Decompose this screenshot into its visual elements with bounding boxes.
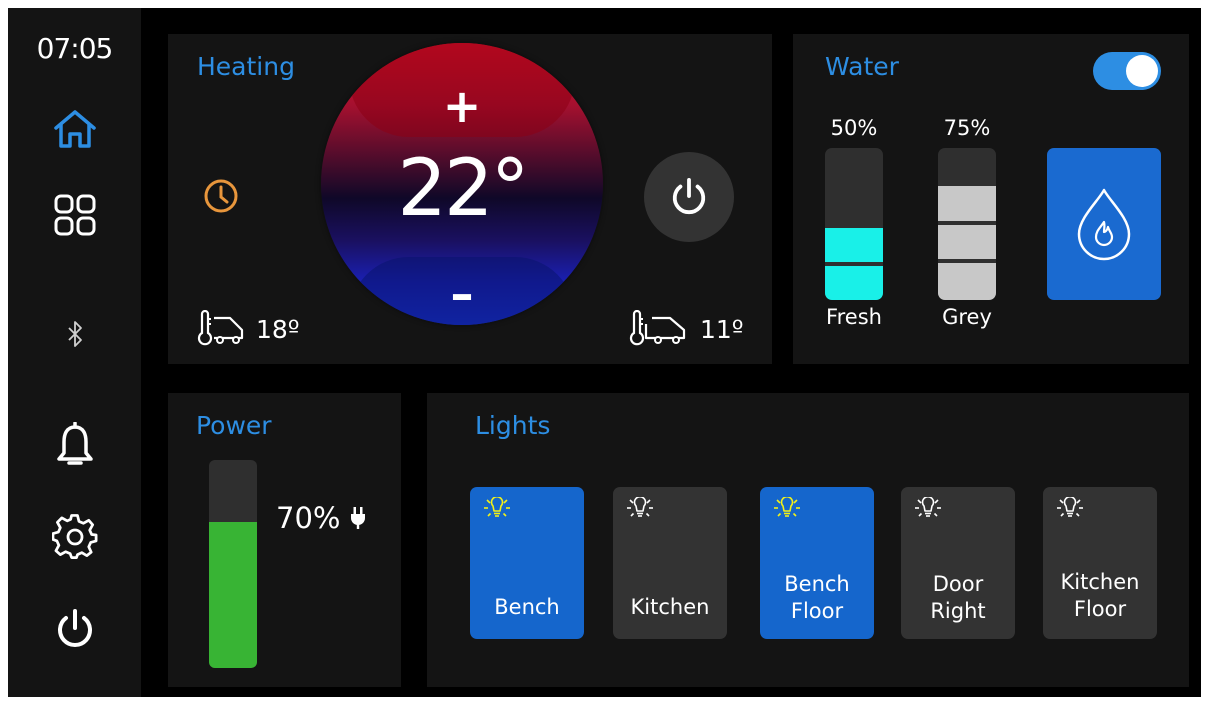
lightbulb-icon — [774, 497, 800, 517]
nav-bluetooth-button[interactable] — [44, 309, 106, 359]
lightbulb-icon — [1057, 497, 1083, 517]
bell-icon — [57, 422, 93, 465]
lightbulb-icon — [484, 497, 510, 517]
tank-separator — [938, 259, 996, 263]
clock-icon[interactable] — [202, 177, 240, 215]
outside-temperature: 11º — [628, 310, 744, 348]
sidebar: 07:05 — [8, 8, 141, 697]
nav-notifications-button[interactable] — [44, 420, 106, 470]
grey-tank-label: Grey — [942, 305, 992, 329]
light-label: Kitchen Floor — [1060, 570, 1140, 621]
light-label: Kitchen — [630, 595, 710, 619]
increase-temp-button[interactable]: + — [321, 83, 603, 129]
light-kitchen-floor-button[interactable]: Kitchen Floor — [1043, 487, 1157, 639]
light-label: Bench Floor — [784, 572, 850, 623]
van-thermometer-icon — [197, 310, 244, 346]
grey-tank-fill — [938, 186, 996, 300]
grey-tank-percent: 75% — [943, 116, 991, 140]
lights-title: Lights — [475, 411, 551, 440]
power-icon — [672, 178, 706, 215]
clock: 07:05 — [36, 32, 114, 65]
water-heater-button[interactable] — [1047, 148, 1161, 300]
toggle-knob — [1126, 55, 1158, 87]
tank-separator — [938, 221, 996, 225]
nav-apps-button[interactable] — [44, 190, 106, 240]
water-toggle[interactable] — [1093, 52, 1161, 90]
light-bench-button[interactable]: Bench — [470, 487, 584, 639]
tank-separator — [825, 262, 883, 266]
home-icon — [54, 110, 96, 148]
nav-home-button[interactable] — [44, 104, 106, 154]
screen: 07:05 Heating + 22° – 18º 11º Water 50% … — [8, 8, 1201, 697]
tank-separator — [825, 224, 883, 228]
light-label: Door Right — [930, 572, 986, 623]
battery-percent: 70% — [276, 501, 341, 535]
water-flame-icon — [1077, 188, 1131, 261]
lightbulb-icon — [915, 497, 941, 517]
battery-readout: 70% — [276, 501, 366, 535]
water-panel: Water 50% Fresh 75% Grey — [793, 34, 1189, 364]
grey-tank-gauge — [938, 148, 996, 300]
power-title: Power — [196, 411, 272, 440]
temperature-setpoint: 22° — [397, 144, 529, 234]
lights-panel: Lights Bench Kitchen Bench Floor Door Ri… — [427, 393, 1189, 687]
battery-gauge — [209, 460, 257, 668]
fresh-tank-label: Fresh — [826, 305, 882, 329]
van-thermometer-icon — [629, 310, 686, 346]
plug-icon — [351, 507, 366, 529]
fresh-tank-gauge — [825, 148, 883, 300]
water-title: Water — [825, 52, 899, 81]
power-icon — [58, 609, 92, 647]
light-bench-floor-button[interactable]: Bench Floor — [760, 487, 874, 639]
heating-title: Heating — [197, 52, 295, 81]
heating-power-button[interactable] — [644, 152, 734, 242]
decrease-temp-button[interactable]: – — [321, 271, 603, 317]
light-door-right-button[interactable]: Door Right — [901, 487, 1015, 639]
nav-power-button[interactable] — [44, 604, 106, 654]
temperature-dial[interactable]: + 22° – — [321, 43, 603, 325]
light-label: Bench — [494, 595, 560, 619]
gear-icon — [52, 514, 98, 559]
heating-panel: Heating + 22° – 18º 11º — [168, 34, 772, 364]
inside-temperature: 18º — [196, 310, 300, 348]
nav-settings-button[interactable] — [44, 512, 106, 562]
fresh-tank-percent: 50% — [830, 116, 878, 140]
grid-icon — [54, 194, 96, 236]
lightbulb-icon — [627, 497, 653, 517]
inside-temperature-value: 18º — [256, 314, 300, 344]
power-panel: Power 70% — [168, 393, 401, 687]
light-kitchen-button[interactable]: Kitchen — [613, 487, 727, 639]
outside-temperature-value: 11º — [700, 314, 744, 344]
battery-fill — [209, 522, 257, 668]
bluetooth-icon — [68, 321, 82, 347]
